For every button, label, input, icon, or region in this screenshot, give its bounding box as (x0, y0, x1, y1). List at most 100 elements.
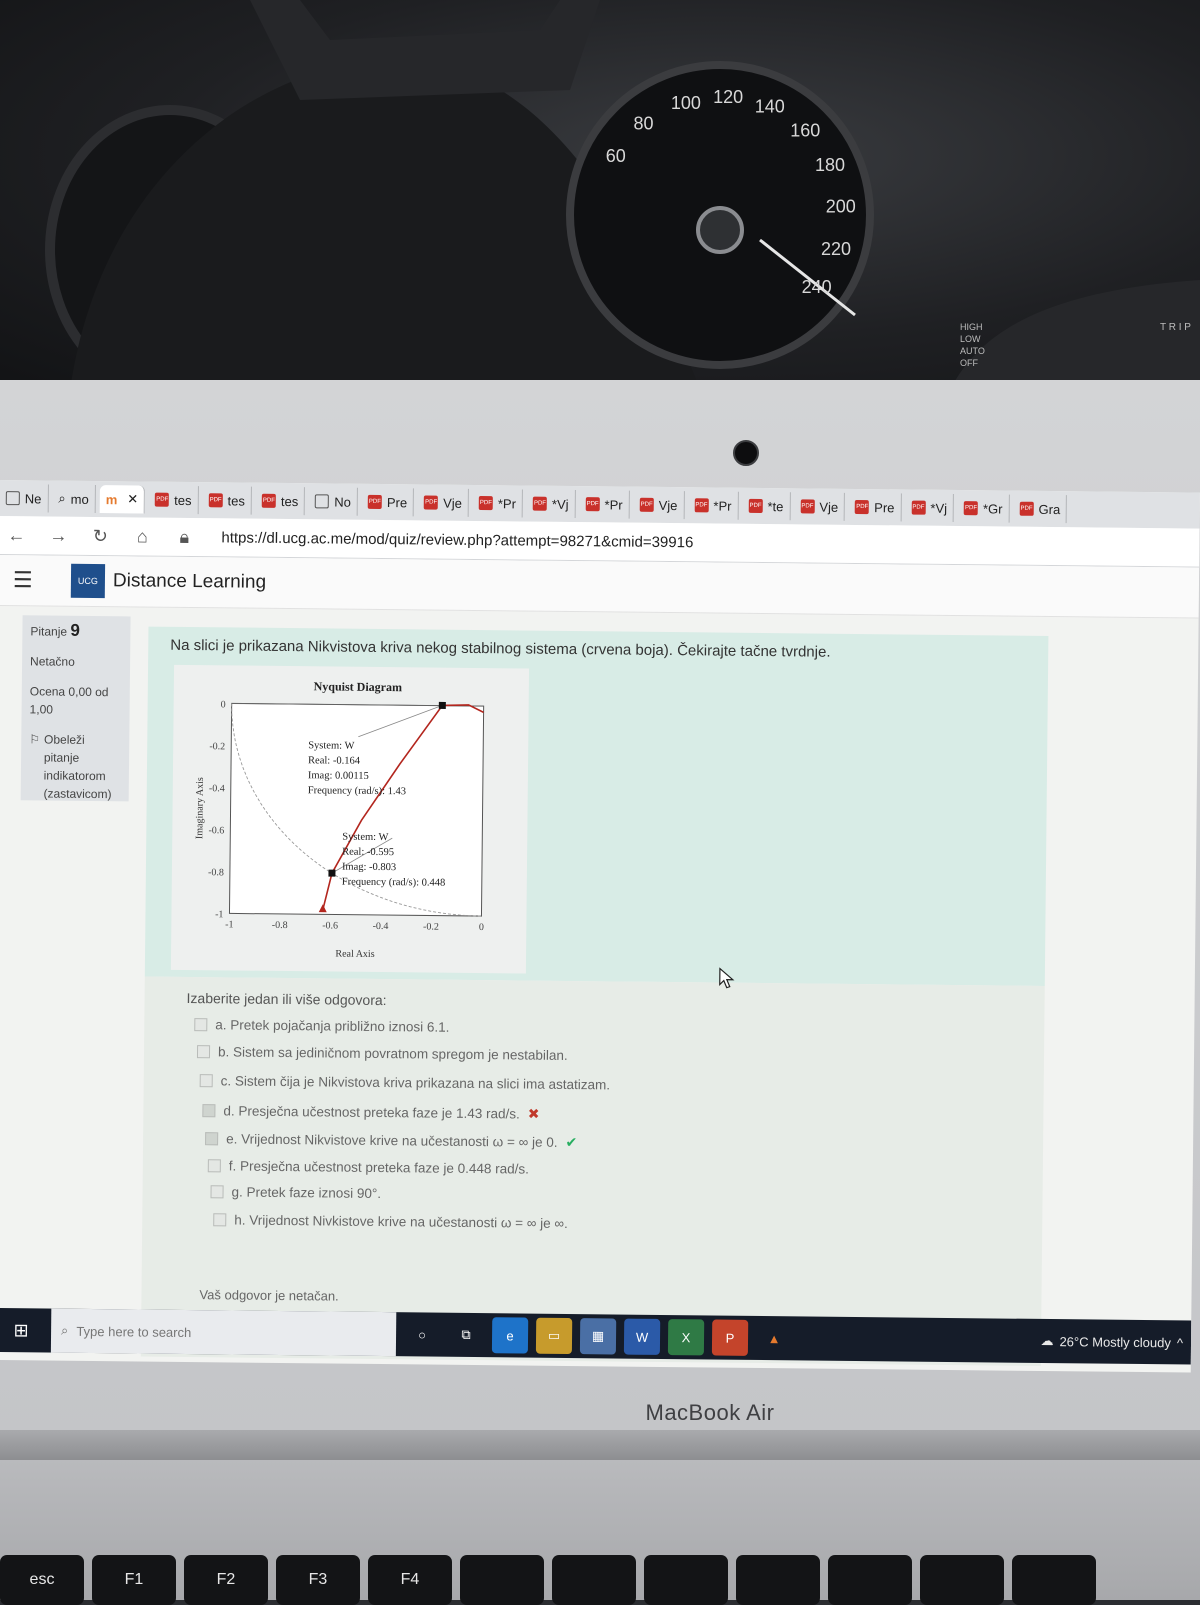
cortana-icon[interactable]: ○ (404, 1316, 440, 1352)
browser-tab[interactable]: PDF Vje (633, 490, 685, 520)
answer-checkbox[interactable] (196, 1045, 211, 1059)
weather-text: 26°C Mostly cloudy (1059, 1333, 1172, 1350)
taskbar-search-placeholder: Type here to search (76, 1323, 192, 1340)
browser-tab[interactable]: PDF *Pr (688, 491, 739, 520)
browser-tab[interactable]: PDF tes (149, 485, 199, 515)
taskbar-search-box[interactable]: ⌕ Type here to search (50, 1308, 397, 1357)
y-axis-label: Imaginary Axis (194, 777, 206, 839)
browser-tab[interactable]: PDF *Vj (526, 489, 576, 519)
browser-tab[interactable]: PDF Pre (849, 492, 902, 522)
lock-icon[interactable]: 🔒︎ (173, 526, 195, 547)
correct-icon: ✔ (565, 1133, 578, 1151)
wiper-stalk (950, 280, 1200, 390)
keyboard-key[interactable]: F1 (92, 1555, 176, 1605)
browser-tab[interactable]: ⌕ mo (52, 484, 96, 514)
datatip-text: Imag: -0.803 (342, 862, 396, 874)
choose-answers-label: Izaberite jedan ili više odgovora: (186, 989, 387, 1009)
pdf-icon: PDF (208, 493, 223, 508)
hamburger-menu-icon[interactable]: ☰ (13, 567, 43, 593)
x-tick-label: -0.8 (272, 920, 288, 931)
flag-question-link[interactable]: ⚐ Obeleži pitanje indikatorom (zastavico… (29, 730, 122, 803)
answer-checkbox[interactable] (202, 1104, 216, 1118)
browser-tab[interactable]: PDF *Vj (905, 493, 955, 522)
browser-tab[interactable]: PDF Pre (361, 487, 415, 517)
cloud-icon: ☁ (1040, 1332, 1054, 1349)
browser-tab-label: *Gr (982, 500, 1003, 516)
reload-icon[interactable]: ↻ (89, 525, 111, 546)
keyboard-key[interactable] (644, 1555, 728, 1605)
windows-start-icon[interactable]: ⊞ (0, 1319, 51, 1341)
browser-tab[interactable]: PDF Vje (417, 488, 470, 517)
task-view-icon[interactable]: ⧉ (448, 1317, 484, 1353)
keyboard-key[interactable] (920, 1555, 1004, 1605)
answer-feedback: Vaš odgovor je netačan. (199, 1287, 339, 1304)
x-tick-label: -0.2 (423, 921, 439, 932)
keyboard-key[interactable]: esc (0, 1555, 84, 1605)
answer-checkbox[interactable] (194, 1018, 208, 1032)
edge-icon[interactable]: e (491, 1317, 529, 1354)
pdf-icon: PDF (478, 496, 493, 511)
site-title[interactable]: Distance Learning (113, 570, 266, 594)
datatip-text: Frequency (rad/s): 1.43 (308, 785, 406, 797)
keyboard-key[interactable] (552, 1555, 636, 1605)
browser-tab-label: Ne (24, 490, 42, 506)
browser-tab[interactable]: PDF tes (255, 486, 306, 516)
file-explorer-icon[interactable]: ▭ (535, 1317, 573, 1355)
browser-tab[interactable]: PDF *Pr (472, 488, 524, 518)
matlab-icon[interactable]: ▲ (756, 1320, 792, 1356)
browser-tab-label: Pre (386, 494, 408, 510)
pdf-icon: PDF (261, 493, 276, 508)
keyboard-key[interactable]: F4 (368, 1555, 452, 1605)
x-tick-label: -0.6 (322, 920, 338, 931)
answer-checkbox[interactable] (213, 1213, 227, 1227)
browser-tab[interactable]: PDF Vje (794, 492, 846, 521)
keyboard-key[interactable] (460, 1555, 544, 1605)
browser-tab[interactable]: No (309, 487, 359, 516)
keyboard-key[interactable] (828, 1555, 912, 1605)
question-number-row: Pitanje 9 (30, 621, 122, 641)
chevron-up-icon[interactable]: ^ (1177, 1335, 1183, 1350)
forward-arrow-icon[interactable]: → (47, 525, 69, 546)
datatip-text: Real: -0.164 (308, 755, 361, 767)
url-field[interactable]: https://dl.ucg.ac.me/mod/quiz/review.php… (221, 529, 693, 551)
browser-tab-label: Gra (1038, 501, 1061, 517)
pdf-icon: PDF (694, 498, 709, 513)
answer-checkbox[interactable] (205, 1132, 219, 1146)
browser-tab[interactable]: m ✕ (99, 485, 146, 514)
answer-option[interactable]: a. Pretek pojačanja približno iznosi 6.1… (194, 1017, 450, 1035)
browser-tab[interactable]: PDF *Pr (579, 490, 630, 519)
answer-option[interactable]: g. Pretek faze iznosi 90°. (210, 1184, 381, 1201)
back-arrow-icon[interactable]: ← (5, 525, 27, 546)
keyboard-key[interactable] (1012, 1555, 1096, 1605)
browser-tab[interactable]: PDF *te (742, 491, 791, 521)
speedometer-label: 160 (790, 120, 820, 140)
browser-tab-label: No (334, 494, 351, 510)
home-icon[interactable]: ⌂ (131, 526, 153, 547)
university-logo[interactable]: UCG (70, 563, 106, 599)
x-tick-label: 0 (479, 922, 484, 933)
weather-widget[interactable]: ☁ 26°C Mostly cloudy ^ (1040, 1333, 1183, 1350)
answer-option[interactable]: d. Presječna učestnost preteka faze je 1… (202, 1102, 540, 1123)
mouse-cursor-icon (719, 967, 735, 989)
store-icon[interactable]: ▦ (579, 1318, 617, 1355)
answer-checkbox[interactable] (207, 1159, 221, 1173)
browser-tab[interactable]: PDF Gra (1013, 494, 1068, 524)
generic-icon (5, 491, 20, 506)
close-tab-icon[interactable]: ✕ (127, 491, 138, 507)
stalk-label-trip: T R I P (1160, 322, 1191, 333)
keyboard-key[interactable]: F2 (184, 1555, 268, 1605)
speedometer-label: 60 (606, 146, 626, 166)
browser-tab[interactable]: Ne (0, 483, 49, 513)
browser-tab[interactable]: PDF tes (202, 486, 253, 515)
speedometer-label: 80 (633, 114, 653, 134)
answer-checkbox[interactable] (199, 1074, 213, 1088)
word-icon[interactable]: W (623, 1318, 661, 1355)
keyboard-key[interactable] (736, 1555, 820, 1605)
answer-checkbox[interactable] (210, 1185, 224, 1199)
excel-icon[interactable]: X (667, 1319, 705, 1356)
question-grade: Ocena 0,00 od 1,00 (29, 684, 109, 717)
keyboard-key[interactable]: F3 (276, 1555, 360, 1605)
pdf-icon: PDF (748, 498, 763, 513)
browser-tab[interactable]: PDF *Gr (957, 494, 1010, 523)
powerpoint-icon[interactable]: P (711, 1319, 749, 1356)
